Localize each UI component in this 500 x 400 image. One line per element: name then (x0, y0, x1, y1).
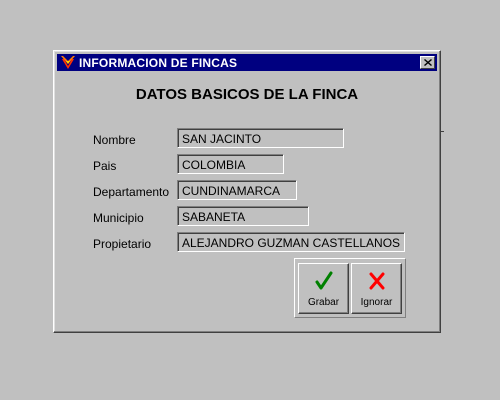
cross-icon (369, 272, 385, 290)
field-departamento[interactable]: CUNDINAMARCA (177, 180, 297, 200)
field-nombre[interactable]: SAN JACINTO (177, 128, 344, 148)
label-municipio: Municipio (93, 211, 144, 225)
label-departamento: Departamento (93, 185, 170, 199)
label-nombre: Nombre (93, 133, 136, 147)
save-button-label: Grabar (307, 297, 340, 308)
title-bar[interactable]: INFORMACION DE FINCAS (57, 54, 437, 71)
close-button[interactable] (420, 56, 435, 69)
action-buttons: Grabar Ignorar (294, 258, 406, 318)
field-pais[interactable]: COLOMBIA (177, 154, 284, 174)
checkmark-icon (315, 271, 333, 290)
ignore-button[interactable]: Ignorar (351, 263, 402, 314)
save-button[interactable]: Grabar (298, 263, 349, 314)
close-icon (424, 59, 432, 66)
label-pais: Pais (93, 159, 117, 173)
field-municipio[interactable]: SABANETA (177, 206, 309, 226)
fincas-window: INFORMACION DE FINCAS DATOS BASICOS DE L… (53, 50, 441, 333)
label-propietario: Propietario (93, 237, 152, 251)
farm-emblem-icon (61, 56, 75, 69)
field-propietario[interactable]: ALEJANDRO GUZMAN CASTELLANOS (177, 232, 405, 252)
form-heading: DATOS BASICOS DE LA FINCA (135, 86, 359, 103)
window-title: INFORMACION DE FINCAS (79, 56, 238, 70)
ignore-button-label: Ignorar (360, 297, 393, 308)
